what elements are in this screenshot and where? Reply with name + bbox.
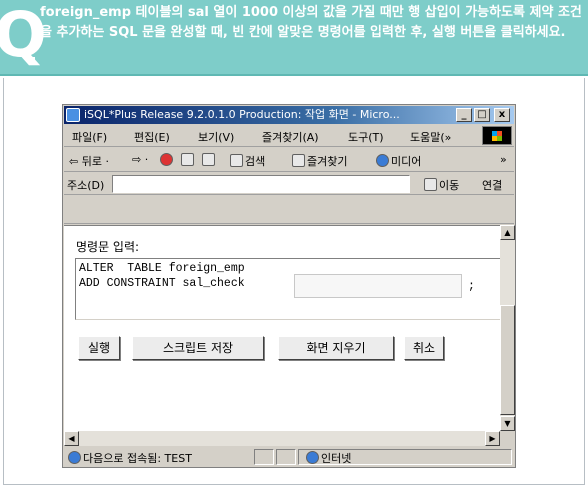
- address-input[interactable]: [112, 175, 410, 193]
- links-button[interactable]: 연결: [482, 177, 502, 193]
- address-label: 주소(D): [67, 179, 105, 192]
- scroll-down-icon[interactable]: ▼: [500, 416, 515, 431]
- address-bar: 주소(D) 이동 연결: [64, 173, 514, 195]
- save-script-button[interactable]: 스크립트 저장: [132, 336, 264, 360]
- menu-bar: 파일(F) 편집(E) 보기(V) 즐겨찾기(A) 도구(T) 도움말(»: [64, 125, 514, 147]
- minimize-button[interactable]: _: [456, 108, 472, 122]
- search-icon: [230, 154, 243, 167]
- maximize-button[interactable]: □: [474, 108, 490, 122]
- ie-icon: [66, 108, 80, 122]
- favorites-icon: [292, 154, 305, 167]
- question-text: foreign_emp 테이블의 sal 열이 1000 이상의 값을 가질 때…: [40, 5, 582, 40]
- question-dot: [29, 57, 35, 63]
- sql-line-2: ADD CONSTRAINT sal_check: [79, 277, 245, 290]
- page-icon: [68, 451, 81, 464]
- forward-button[interactable]: ⇨ ·: [132, 153, 148, 166]
- statement-textarea[interactable]: ALTER TABLE foreign_emp ADD CONSTRAINT s…: [75, 258, 507, 320]
- menu-view[interactable]: 보기(V): [198, 129, 234, 145]
- go-icon: [424, 178, 437, 191]
- empty-toolbar: [64, 196, 514, 224]
- clear-screen-button[interactable]: 화면 지우기: [278, 336, 394, 360]
- windows-logo-icon: [482, 126, 512, 145]
- statement-label: 명령문 입력:: [76, 240, 140, 254]
- menu-help[interactable]: 도움말(»: [410, 129, 451, 145]
- scroll-up-icon[interactable]: ▲: [500, 225, 515, 240]
- sql-line-1: ALTER TABLE foreign_emp: [79, 262, 245, 275]
- horizontal-scrollbar[interactable]: ◀ ▶: [64, 431, 500, 446]
- home-icon[interactable]: [202, 153, 217, 167]
- media-icon: [376, 154, 389, 167]
- menu-tools[interactable]: 도구(T): [348, 129, 384, 145]
- status-bar: 다음으로 접속됨: TEST 인터넷: [64, 447, 514, 467]
- question-banner: Q foreign_emp 테이블의 sal 열이 1000 이상의 값을 가질…: [0, 0, 588, 76]
- go-button[interactable]: 이동: [424, 177, 459, 193]
- sql-semicolon: ;: [468, 280, 475, 293]
- execute-button[interactable]: 실행: [78, 336, 120, 360]
- scroll-left-icon[interactable]: ◀: [64, 431, 79, 446]
- status-segment: [254, 449, 274, 465]
- menu-edit[interactable]: 편집(E): [134, 129, 170, 145]
- cancel-button[interactable]: 취소: [404, 336, 444, 360]
- status-text: 다음으로 접속됨: TEST: [68, 450, 192, 466]
- stop-icon[interactable]: [160, 153, 175, 167]
- toolbar-more[interactable]: »: [500, 153, 507, 166]
- status-zone: 인터넷: [306, 450, 351, 466]
- back-button[interactable]: ⇦ 뒤로 ·: [69, 153, 109, 169]
- answer-blank-input[interactable]: [294, 274, 462, 298]
- favorites-button[interactable]: 즐겨찾기: [292, 153, 347, 169]
- status-segment: [276, 449, 296, 465]
- vertical-scroll-thumb[interactable]: [500, 305, 515, 415]
- close-button[interactable]: x: [494, 108, 510, 122]
- search-button[interactable]: 검색: [230, 153, 265, 169]
- title-bar[interactable]: iSQL*Plus Release 9.2.0.1.0 Production: …: [64, 106, 514, 124]
- menu-file[interactable]: 파일(F): [72, 129, 107, 145]
- scroll-right-icon[interactable]: ▶: [485, 431, 500, 446]
- menu-favorites[interactable]: 즐겨찾기(A): [262, 129, 319, 145]
- vertical-scrollbar[interactable]: ▲ ▼: [500, 225, 515, 431]
- tool-bar: ⇦ 뒤로 · ⇨ · 검색 즐겨찾기 미디어 »: [64, 148, 514, 172]
- internet-icon: [306, 451, 319, 464]
- browser-window: iSQL*Plus Release 9.2.0.1.0 Production: …: [62, 104, 516, 468]
- page-content: 명령문 입력: ALTER TABLE foreign_emp ADD CONS…: [64, 225, 507, 431]
- refresh-icon[interactable]: [181, 153, 196, 167]
- window-title: iSQL*Plus Release 9.2.0.1.0 Production: …: [84, 108, 400, 121]
- media-button[interactable]: 미디어: [376, 153, 421, 169]
